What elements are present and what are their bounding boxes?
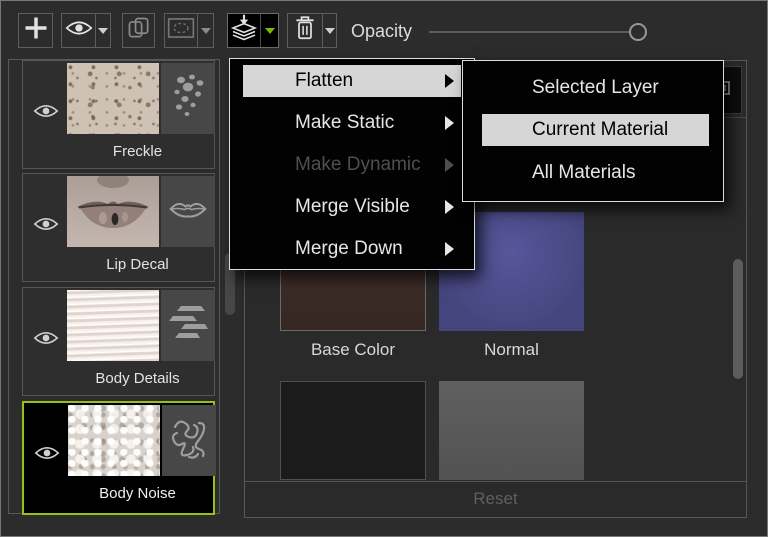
- layer-item-body-details[interactable]: Body Details: [22, 287, 215, 396]
- eye-icon: [34, 445, 60, 466]
- opacity-label: Opacity: [351, 21, 412, 42]
- layer-visibility-toggle[interactable]: [29, 99, 63, 127]
- add-layer-button[interactable]: [19, 14, 52, 47]
- chevron-down-icon: [265, 28, 275, 34]
- layer-visibility-toggle[interactable]: [29, 326, 63, 354]
- layer-visibility-toggle[interactable]: [29, 212, 63, 240]
- opacity-slider-knob[interactable]: [629, 23, 647, 41]
- layer-label: Freckle: [61, 143, 214, 160]
- visibility-dropdown-button[interactable]: [95, 14, 110, 47]
- layer-mask-thumbnail[interactable]: [162, 405, 216, 476]
- toolbar: Opacity: [1, 1, 768, 57]
- submenu-arrow-icon: [445, 74, 454, 88]
- layer-mask-thumbnail[interactable]: [161, 290, 215, 361]
- flatten-dropdown-button[interactable]: [260, 14, 278, 47]
- submenu-item-all-materials[interactable]: All Materials: [482, 157, 709, 188]
- eye-icon: [33, 330, 59, 351]
- freckle-spots-icon: [168, 70, 208, 127]
- material-thumbnail-4[interactable]: [439, 381, 584, 480]
- menu-item-merge-visible[interactable]: Merge Visible: [243, 191, 461, 223]
- layer-thumbnail[interactable]: [67, 290, 159, 361]
- plus-icon: [22, 14, 50, 47]
- skin-ridges-icon: [167, 300, 209, 351]
- layer-label: Lip Decal: [61, 256, 214, 273]
- chevron-down-icon: [98, 28, 108, 34]
- opacity-slider[interactable]: [429, 22, 651, 42]
- submenu-arrow-icon: [445, 200, 454, 214]
- layer-label: Body Details: [61, 370, 214, 387]
- eye-icon: [33, 103, 59, 124]
- layer-item-body-noise[interactable]: Body Noise: [22, 401, 215, 515]
- layer-manager-window: Opacity: [0, 0, 768, 537]
- menu-item-make-dynamic: Make Dynamic: [243, 149, 461, 181]
- layer-label: Body Noise: [62, 485, 213, 502]
- delete-dropdown-button[interactable]: [322, 14, 336, 47]
- eye-icon: [65, 19, 93, 42]
- layer-context-menu: Flatten Make Static Make Dynamic Merge V…: [229, 58, 475, 270]
- duplicate-layer-button: [123, 14, 154, 47]
- material-label: Normal: [439, 340, 584, 360]
- materials-scrollbar-thumb[interactable]: [733, 259, 743, 379]
- marquee-icon: [167, 17, 195, 44]
- menu-item-merge-down[interactable]: Merge Down: [243, 233, 461, 265]
- opacity-slider-track[interactable]: [429, 31, 639, 33]
- submenu-item-selected-layer[interactable]: Selected Layer: [482, 72, 709, 103]
- layer-mask-thumbnail[interactable]: [161, 176, 215, 247]
- layer-visibility-toggle[interactable]: [30, 441, 64, 469]
- submenu-arrow-icon: [445, 242, 454, 256]
- delete-layer-button[interactable]: [288, 14, 322, 47]
- chevron-down-icon: [325, 28, 335, 34]
- menu-item-make-static[interactable]: Make Static: [243, 107, 461, 139]
- marquee-dropdown-button: [197, 14, 213, 47]
- material-label: Base Color: [280, 340, 426, 360]
- layer-thumbnail[interactable]: [67, 63, 159, 134]
- chevron-down-icon: [201, 28, 211, 34]
- noise-squiggle-icon: [167, 415, 211, 466]
- submenu-arrow-icon: [445, 158, 454, 172]
- marquee-select-button: [165, 14, 197, 47]
- lips-icon: [167, 196, 209, 227]
- layer-thumbnail[interactable]: [68, 405, 160, 476]
- flatten-button[interactable]: [228, 14, 260, 47]
- layer-thumbnail[interactable]: [67, 176, 159, 247]
- eye-icon: [33, 216, 59, 237]
- layer-item-lip-decal[interactable]: Lip Decal: [22, 173, 215, 282]
- menu-item-flatten[interactable]: Flatten: [243, 65, 461, 97]
- submenu-item-current-material[interactable]: Current Material: [482, 114, 709, 146]
- flatten-submenu: Selected Layer Current Material All Mate…: [462, 60, 724, 202]
- reset-button[interactable]: Reset: [245, 481, 746, 515]
- layer-item-freckle[interactable]: Freckle: [22, 60, 215, 169]
- submenu-arrow-icon: [445, 116, 454, 130]
- material-thumbnail-3[interactable]: [280, 381, 426, 480]
- duplicate-icon: [126, 15, 152, 46]
- flatten-layers-icon: [229, 13, 259, 48]
- layer-mask-thumbnail[interactable]: [161, 63, 215, 134]
- layers-panel: Freckle: [8, 59, 220, 514]
- trash-icon: [293, 14, 317, 47]
- layer-visibility-button[interactable]: [62, 14, 95, 47]
